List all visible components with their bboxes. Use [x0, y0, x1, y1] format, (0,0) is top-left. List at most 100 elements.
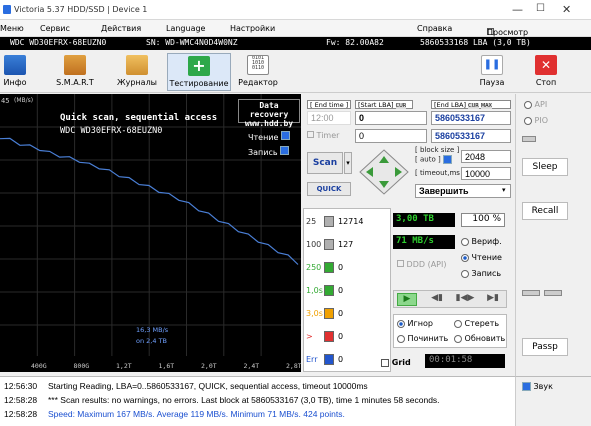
direction-pad[interactable]: [358, 148, 410, 196]
sound-label: Звук: [533, 382, 553, 391]
close-icon[interactable]: ✕: [562, 3, 571, 16]
histogram-color-box: [324, 239, 334, 250]
histogram-count: 0: [338, 263, 344, 272]
pause-button[interactable]: ❚❚ Пауза: [474, 53, 510, 91]
log-time: 12:56:30: [4, 381, 38, 391]
menu-item-settings[interactable]: Настройки: [230, 24, 275, 33]
finish-action-select[interactable]: Завершить: [415, 184, 511, 198]
histogram-label: 25: [306, 217, 317, 226]
quick-label: QUICK: [316, 185, 342, 193]
menu-item-language[interactable]: Language: [166, 24, 205, 33]
read-radio[interactable]: Чтение: [461, 253, 502, 262]
menu-item-menu[interactable]: Меню: [0, 24, 24, 33]
skip-end-icon[interactable]: ▶▮: [483, 293, 503, 306]
scan-button[interactable]: Scan: [307, 152, 343, 174]
journals-icon: [126, 55, 148, 75]
cur-label-2[interactable]: CUR: [468, 103, 479, 109]
menu-item-service[interactable]: Сервис: [40, 24, 70, 33]
histogram-color-box: [324, 354, 334, 365]
app-icon: [3, 5, 11, 14]
end-time-input[interactable]: 12:00: [307, 111, 351, 125]
ddd-checkbox[interactable]: DDD (API): [397, 260, 446, 269]
menu-item-help[interactable]: Справка: [417, 24, 452, 33]
binary-icon: 0101 1010 0110: [247, 55, 269, 75]
histogram-color-box: [324, 331, 334, 342]
cur-label-1[interactable]: CUR: [395, 103, 407, 109]
menu-item-actions[interactable]: Действия: [101, 24, 141, 33]
timer-input[interactable]: 0: [355, 129, 427, 143]
histogram-color-box: [324, 216, 334, 227]
timeout-label: timeout,ms: [419, 169, 460, 177]
ddd-label: DDD (API): [406, 260, 447, 269]
timeout-select[interactable]: 10000: [461, 167, 511, 180]
recall-button[interactable]: Recall: [522, 202, 568, 220]
api-radio[interactable]: API: [524, 100, 547, 109]
grid-checkbox[interactable]: Grid: [381, 358, 411, 367]
fix-label: Починить: [407, 334, 449, 343]
writing-checkbox[interactable]: Запись: [248, 146, 290, 157]
scan-dropdown-icon[interactable]: ▾: [344, 152, 352, 174]
journals-button[interactable]: Журналы: [115, 53, 159, 91]
log-entry: 12:56:30 Starting Reading, LBA=0..5860533…: [0, 381, 515, 393]
histogram-label: Err: [306, 355, 318, 364]
smart-button[interactable]: S.M.A.R.T: [52, 53, 98, 91]
quick-button[interactable]: QUICK: [307, 182, 351, 196]
end-time-label: End time: [314, 101, 344, 109]
smart-icon: [64, 55, 86, 75]
minimize-icon[interactable]: —: [512, 3, 523, 16]
maximize-icon[interactable]: ☐: [536, 3, 545, 14]
percent-unit: %: [492, 214, 501, 224]
event-log: 12:56:30 Starting Reading, LBA=0..5860533…: [0, 376, 515, 426]
update-radio[interactable]: Обновить: [454, 334, 505, 343]
finish-dropdown-icon[interactable]: ▾: [502, 186, 506, 194]
x-tick-label: 2,4T: [244, 362, 260, 370]
end-lba-input-2[interactable]: 5860533167: [431, 129, 511, 143]
write-radio[interactable]: Запись: [461, 269, 501, 278]
histogram-row: 3,0s 0: [304, 307, 390, 321]
sleep-button[interactable]: Sleep: [522, 158, 568, 176]
drive-serial: SN: WD-WMC4N0D4W0NZ: [146, 38, 238, 47]
histogram-count: 0: [338, 355, 344, 364]
auto-check-icon[interactable]: [442, 155, 452, 164]
editor-label: Редактор: [238, 78, 278, 87]
reading-checkbox[interactable]: Чтение: [248, 131, 290, 142]
max-label[interactable]: MAX: [480, 103, 492, 109]
sound-checkbox[interactable]: Звук: [522, 382, 553, 391]
editor-button[interactable]: 0101 1010 0110 Редактор: [236, 53, 280, 91]
watermark: Data recovery www.hdd.by: [238, 99, 300, 128]
erase-radio[interactable]: Стереть: [454, 319, 499, 328]
pause-icon: ❚❚: [481, 55, 503, 75]
current-speed: 71 MB/s: [393, 235, 455, 249]
auto-label: auto: [419, 155, 436, 164]
verify-radio[interactable]: Вериф.: [461, 237, 502, 246]
pio-radio[interactable]: PIO: [524, 116, 548, 125]
skip-back-icon[interactable]: ▮◀▶: [455, 293, 475, 306]
sound-area: Звук: [515, 376, 591, 426]
x-axis-ticks: 400G 800G 1,2T 1,6T 2,0T 2,4T 2,8T: [31, 362, 301, 370]
passp-button[interactable]: Passp: [522, 338, 568, 356]
histogram-count: 0: [338, 309, 344, 318]
watermark-line2: www.hdd.by: [244, 119, 294, 128]
auto-bracket: [ auto ]: [415, 155, 452, 164]
histogram-label: 100: [306, 240, 322, 249]
histogram-row: 100 127: [304, 238, 390, 252]
grid-label: Grid: [391, 358, 411, 367]
scan-label: Scan: [312, 158, 338, 168]
block-size-select[interactable]: 2048: [461, 150, 511, 163]
info-button[interactable]: Инфо: [0, 53, 30, 91]
end-lba-input[interactable]: 5860533167: [431, 111, 511, 125]
reading-label: Чтение: [248, 133, 279, 142]
timer-checkbox[interactable]: Timer: [307, 131, 339, 140]
testing-button[interactable]: + Тестирование: [167, 53, 231, 91]
sleep-label: Sleep: [532, 162, 558, 172]
rewind-icon[interactable]: ◀▮: [427, 293, 447, 306]
position-readout: on 2,4 TB: [136, 337, 167, 345]
y-unit: (MB/s): [14, 97, 34, 104]
start-lba-input[interactable]: 0: [355, 111, 427, 125]
stop-button[interactable]: ✕ Стоп: [528, 53, 564, 91]
plus-icon: +: [188, 56, 210, 76]
ignore-radio[interactable]: Игнор: [397, 319, 433, 328]
stop-label: Стоп: [535, 78, 557, 87]
fix-radio[interactable]: Починить: [397, 334, 448, 343]
play-icon[interactable]: ▶: [397, 293, 417, 306]
